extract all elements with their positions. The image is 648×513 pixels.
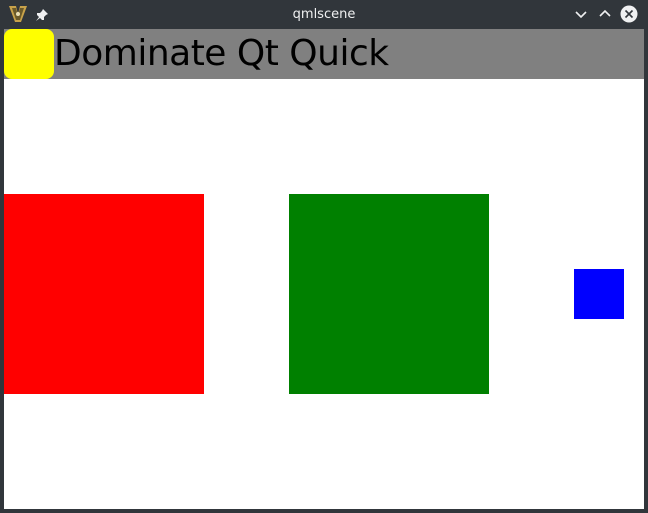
blue-square xyxy=(574,269,624,319)
header-title: Dominate Qt Quick xyxy=(54,33,389,74)
green-square xyxy=(289,194,489,394)
qml-scene-content: Dominate Qt Quick xyxy=(4,29,644,509)
pin-icon[interactable] xyxy=(35,7,49,21)
application-window: qmlscene Dominate Qt Quick xyxy=(0,0,648,513)
yellow-badge xyxy=(4,29,54,79)
chevron-down-icon xyxy=(575,11,587,19)
minimize-button[interactable] xyxy=(572,5,590,23)
app-icon[interactable] xyxy=(8,5,28,23)
close-button[interactable] xyxy=(620,5,638,23)
close-circle-icon xyxy=(620,5,638,23)
red-square xyxy=(4,194,204,394)
chevron-up-icon xyxy=(599,9,611,17)
window-title: qmlscene xyxy=(292,7,356,22)
header-bar: Dominate Qt Quick xyxy=(4,29,644,79)
window-titlebar[interactable]: qmlscene xyxy=(0,0,648,29)
maximize-button[interactable] xyxy=(596,5,614,23)
